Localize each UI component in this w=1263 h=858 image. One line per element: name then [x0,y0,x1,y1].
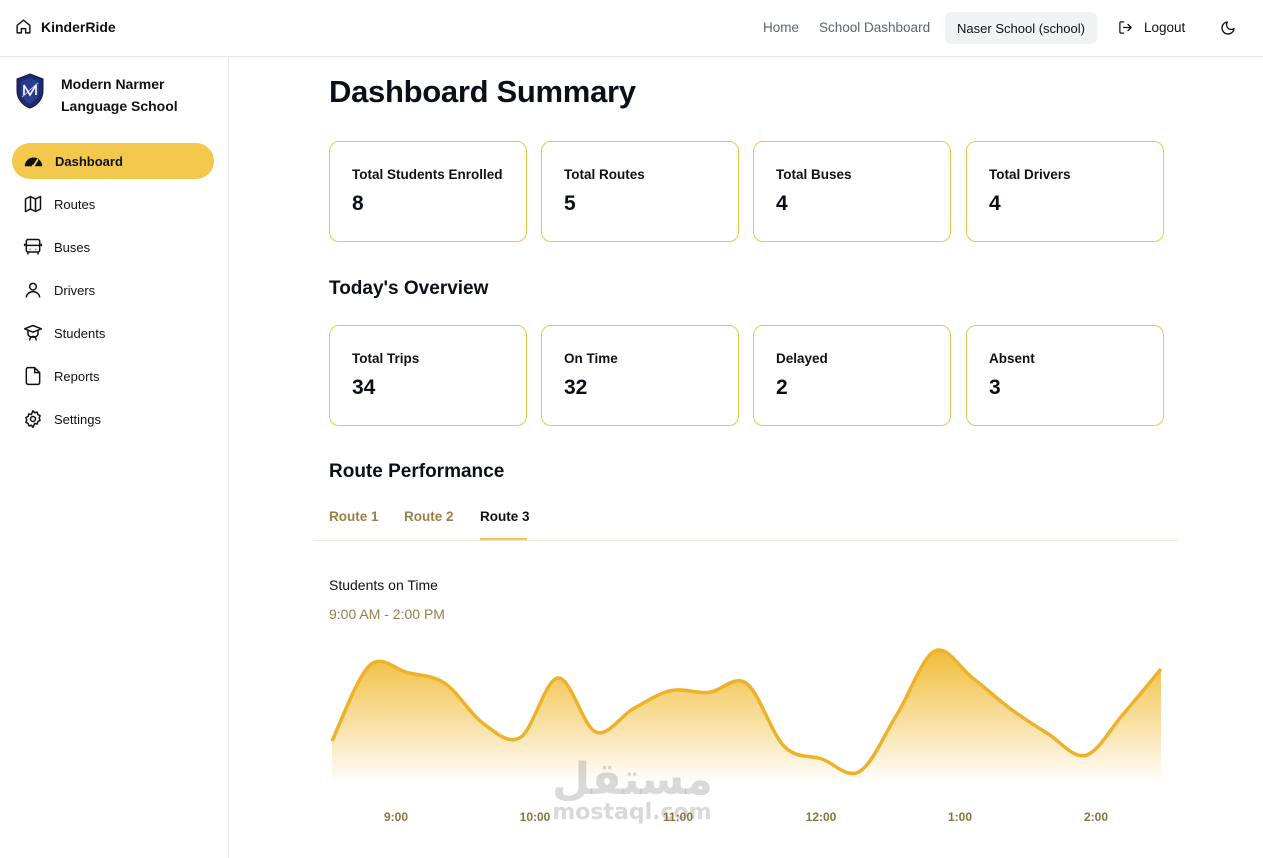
overview-heading: Today's Overview [329,278,489,299]
card-label: On Time [564,351,618,366]
card-value: 8 [352,192,364,215]
sidebar-item-label: Dashboard [55,153,123,169]
sidebar: Modern Narmer Language School Dashboard … [0,57,229,858]
chart-x-tick-label: 1:00 [947,810,973,824]
card-label: Total Trips [352,351,420,366]
card-value: 34 [352,376,376,399]
moon-icon [1221,21,1235,35]
watermark-logo: مستقل mostaql.com [552,754,713,825]
card-label: Total Routes [564,167,645,182]
sidebar-item-label: Settings [54,411,101,427]
map-icon [24,195,42,213]
card-label: Total Buses [776,167,852,182]
sidebar-item-students[interactable]: Students [12,315,214,351]
logout-icon [1119,21,1132,34]
tab-route-1[interactable]: Route 1 [329,509,379,524]
summary-card: Total Drivers 4 [966,141,1164,242]
sidebar-item-label: Students [54,325,106,341]
sidebar-item-label: Buses [54,239,91,255]
sidebar-item-reports[interactable]: Reports [12,358,214,394]
user-icon [25,282,41,298]
tab-route-2[interactable]: Route 2 [404,509,454,524]
summary-card: Total Routes 5 [541,141,739,242]
school-crest-logo [16,73,44,109]
card-value: 2 [776,376,788,399]
sidebar-item-dashboard[interactable]: Dashboard [12,143,214,179]
tab-route-3[interactable]: Route 3 [480,509,530,524]
gauge-icon [24,157,43,168]
brand-link[interactable]: KinderRide [15,18,116,35]
card-value: 3 [989,376,1001,399]
card-label: Delayed [776,351,828,366]
logout-button[interactable]: Logout [1118,20,1185,35]
overview-card: Total Trips 34 [329,325,527,426]
gear-icon [25,409,41,429]
sidebar-item-label: Reports [54,368,100,384]
sidebar-item-settings[interactable]: Settings [12,401,214,437]
card-label: Total Students Enrolled [352,167,503,182]
sidebar-item-buses[interactable]: Buses [12,229,214,265]
page-title: Dashboard Summary [329,74,636,109]
active-tab-indicator [480,538,527,540]
card-value: 4 [989,192,1001,215]
sidebar-item-label: Drivers [54,282,96,298]
nav-home-link[interactable]: Home [763,20,799,35]
sidebar-item-label: Routes [54,196,96,212]
chart-subtitle: 9:00 AM - 2:00 PM [329,606,445,622]
summary-card: Total Buses 4 [753,141,951,242]
card-value: 4 [776,192,788,215]
tabs-divider [314,540,1178,541]
watermark-arabic: مستقل [552,754,713,805]
school-name: Modern Narmer Language School [61,76,178,114]
summary-card: Total Students Enrolled 8 [329,141,527,242]
top-navbar: KinderRide Home School Dashboard Naser S… [0,0,1263,57]
overview-card: Delayed 2 [753,325,951,426]
sidebar-item-drivers[interactable]: Drivers [12,272,214,308]
students-on-time-chart [330,648,1163,782]
sidebar-item-routes[interactable]: Routes [12,186,214,222]
school-account-pill[interactable]: Naser School (school) [945,12,1097,44]
home-icon [16,19,31,34]
theme-toggle-button[interactable] [1220,20,1236,41]
chart-x-tick-label: 12:00 [805,810,837,824]
card-label: Total Drivers [989,167,1071,182]
nav-school-dashboard-link[interactable]: School Dashboard [819,20,930,35]
card-value: 5 [564,192,576,215]
route-performance-heading: Route Performance [329,461,505,482]
card-label: Absent [989,351,1035,366]
brand-name: KinderRide [41,18,116,35]
watermark-latin: mostaql.com [552,800,712,825]
chart-title: Students on Time [329,577,438,593]
chart-area-fill [332,650,1161,782]
file-icon [25,366,41,386]
bus-icon [23,238,43,255]
overview-card: On Time 32 [541,325,739,426]
logout-label: Logout [1144,20,1186,35]
school-header: Modern Narmer Language School [15,73,201,117]
graduation-icon [23,324,43,341]
chart-x-tick-label: 2:00 [1083,810,1109,824]
overview-card: Absent 3 [966,325,1164,426]
card-value: 32 [564,376,588,399]
chart-x-tick-label: 9:00 [383,810,409,824]
